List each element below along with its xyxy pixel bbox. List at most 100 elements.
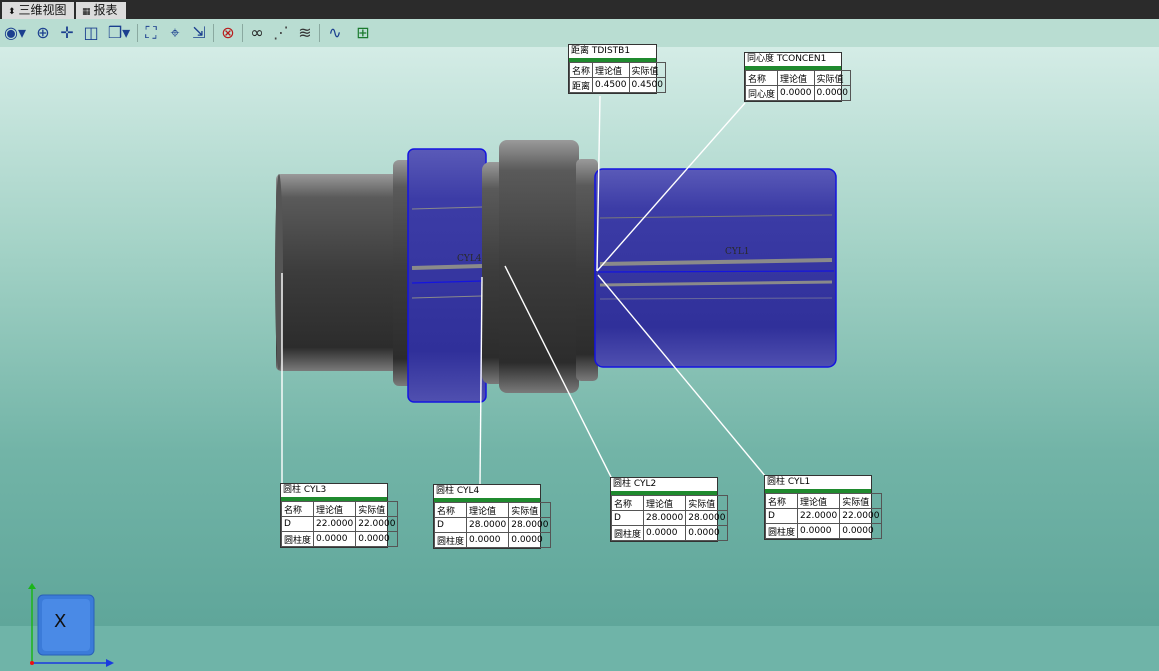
header-name: 名称 xyxy=(433,502,468,518)
part-model xyxy=(275,95,837,485)
header-name: 名称 xyxy=(568,62,594,78)
header-actual: 实际值 xyxy=(355,501,399,517)
cell: 距离 xyxy=(568,77,594,93)
add-box-icon[interactable]: ⊞ xyxy=(352,22,374,44)
toolbar-separator xyxy=(242,24,243,42)
toolbar-separator xyxy=(213,24,214,42)
cell: 0.0000 xyxy=(797,523,841,539)
cell: 0.0000 xyxy=(643,525,687,541)
cell: 28.0000 xyxy=(643,510,687,526)
x-axis-arrow xyxy=(106,659,114,667)
cell: 22.0000 xyxy=(313,516,357,532)
tab-3d-view-label: 三维视图 xyxy=(18,3,67,17)
marker-icon[interactable]: ⌖ xyxy=(164,22,186,44)
pan-icon[interactable]: ✛ xyxy=(56,22,78,44)
header-actual: 实际值 xyxy=(685,495,729,511)
cell: D xyxy=(433,517,468,533)
header-actual: 实际值 xyxy=(508,502,552,518)
compass-icon[interactable]: ⊗ xyxy=(217,22,239,44)
header-nominal: 理论值 xyxy=(592,62,630,78)
cylinder-cyl3[interactable] xyxy=(275,174,398,371)
cell: 28.0000 xyxy=(508,517,552,533)
toolbar-separator xyxy=(137,24,138,42)
cell: D xyxy=(280,516,315,532)
cyl1-model-label: CYL1 xyxy=(725,247,750,257)
result-table: 名称 理论值 实际值 D 22.0000 22.0000 圆柱度 0.0000 0.0000 xyxy=(764,493,883,539)
link-icon[interactable]: ∞ xyxy=(246,22,268,44)
cell: 圆柱度 xyxy=(280,531,315,547)
cell: 28.0000 xyxy=(466,517,510,533)
curve-icon[interactable]: ∿ xyxy=(324,22,346,44)
cell: D xyxy=(610,510,645,526)
header-nominal: 理论值 xyxy=(797,493,841,509)
header-actual: 实际值 xyxy=(628,62,667,78)
card-title: 距离 TDISTB1 xyxy=(571,46,631,56)
header-name: 名称 xyxy=(744,70,779,86)
cell: 0.0000 xyxy=(685,525,729,541)
concentricity-result-card[interactable]: 同心度 TCONCEN1 名称 理论值 实际值 同心度 0.0000 0.0000 xyxy=(744,52,852,102)
card-title: 圆柱 CYL1 xyxy=(767,477,811,487)
toolbar-separator xyxy=(319,24,320,42)
result-table: 名称 理论值 实际值 D 22.0000 22.0000 圆柱度 0.0000 0.0000 xyxy=(280,501,399,547)
card-title: 圆柱 CYL2 xyxy=(613,479,657,489)
result-table: 名称 理论值 实际值 距离 0.4500 0.4500 xyxy=(568,62,667,93)
cell: 0.0000 xyxy=(839,523,883,539)
cell: 0.0000 xyxy=(355,531,399,547)
header-nominal: 理论值 xyxy=(466,502,510,518)
view-cube-axis[interactable]: X xyxy=(28,583,118,667)
header-name: 名称 xyxy=(280,501,315,517)
cell: 22.0000 xyxy=(355,516,399,532)
cell: 0.0000 xyxy=(508,532,552,548)
cell: 22.0000 xyxy=(797,508,841,524)
cell: 圆柱度 xyxy=(610,525,645,541)
cyl4-model-label: CYL4 xyxy=(457,254,482,264)
header-nominal: 理论值 xyxy=(643,495,687,511)
header-nominal: 理论值 xyxy=(313,501,357,517)
cell: 圆柱度 xyxy=(764,523,799,539)
cyl3-result-card[interactable]: 圆柱 CYL3 名称 理论值 实际值 D 22.0000 22.0000 圆柱度 0.00… xyxy=(280,483,399,548)
card-title: 同心度 TCONCEN1 xyxy=(747,54,827,64)
cell: 0.0000 xyxy=(813,85,852,101)
cell: 同心度 xyxy=(744,85,779,101)
result-table: 名称 理论值 实际值 同心度 0.0000 0.0000 xyxy=(744,70,852,101)
origin-dot xyxy=(30,661,34,665)
scatter-icon[interactable]: ⋰ xyxy=(270,22,292,44)
view-cube-face-label: X xyxy=(54,611,67,632)
view-tab-bar: ⬍ 三维视图 ▦ 报表 xyxy=(0,0,1159,19)
zoom-icon[interactable]: ⊕ xyxy=(32,22,54,44)
tab-report-label: 报表 xyxy=(93,3,118,17)
cell: 28.0000 xyxy=(685,510,729,526)
distance-result-card[interactable]: 距离 TDISTB1 名称 理论值 实际值 距离 0.4500 0.4500 xyxy=(568,44,667,94)
cylinder-cyl2[interactable] xyxy=(499,140,598,393)
cube-view-icon[interactable]: ❒▾ xyxy=(104,22,134,44)
eye-icon[interactable]: ◉▾ xyxy=(2,22,28,44)
cell: 0.4500 xyxy=(628,77,667,93)
result-table: 名称 理论值 实际值 D 28.0000 28.0000 圆柱度 0.0000 0.0000 xyxy=(433,502,552,548)
tab-report[interactable]: ▦ 报表 xyxy=(76,2,126,19)
cyl4-result-card[interactable]: 圆柱 CYL4 名称 理论值 实际值 D 28.0000 28.0000 圆柱度 0.00… xyxy=(433,484,552,549)
cell: 0.0000 xyxy=(777,85,815,101)
cyl2-result-card[interactable]: 圆柱 CYL2 名称 理论值 实际值 D 28.0000 28.0000 圆柱度 0.00… xyxy=(610,477,729,542)
mirror-icon[interactable]: ◫ xyxy=(80,22,102,44)
card-title: 圆柱 CYL4 xyxy=(436,486,480,496)
header-nominal: 理论值 xyxy=(777,70,815,86)
y-axis-arrow xyxy=(28,583,36,589)
fit-icon[interactable]: ⛶ xyxy=(140,22,162,44)
path-icon[interactable]: ≋ xyxy=(294,22,316,44)
header-name: 名称 xyxy=(610,495,645,511)
card-title: 圆柱 CYL3 xyxy=(283,485,327,495)
cell: 22.0000 xyxy=(839,508,883,524)
result-table: 名称 理论值 实际值 D 28.0000 28.0000 圆柱度 0.0000 0.0000 xyxy=(610,495,729,541)
header-name: 名称 xyxy=(764,493,799,509)
header-actual: 实际值 xyxy=(839,493,883,509)
cell: 0.4500 xyxy=(592,77,630,93)
cylinder-cyl1[interactable] xyxy=(594,168,837,368)
cyl1-result-card[interactable]: 圆柱 CYL1 名称 理论值 实际值 D 22.0000 22.0000 圆柱度 0.00… xyxy=(764,475,883,540)
cell: D xyxy=(764,508,799,524)
cell: 0.0000 xyxy=(466,532,510,548)
tab-3d-view[interactable]: ⬍ 三维视图 xyxy=(2,2,74,19)
cell: 0.0000 xyxy=(313,531,357,547)
3d-viewport[interactable]: CYL4 CYL1 距离 TDISTB1 名称 理论值 实际值 距离 0.4500 0.… xyxy=(0,44,1159,667)
cylinder-cyl4[interactable] xyxy=(407,148,487,403)
export-icon[interactable]: ⇲ xyxy=(188,22,210,44)
